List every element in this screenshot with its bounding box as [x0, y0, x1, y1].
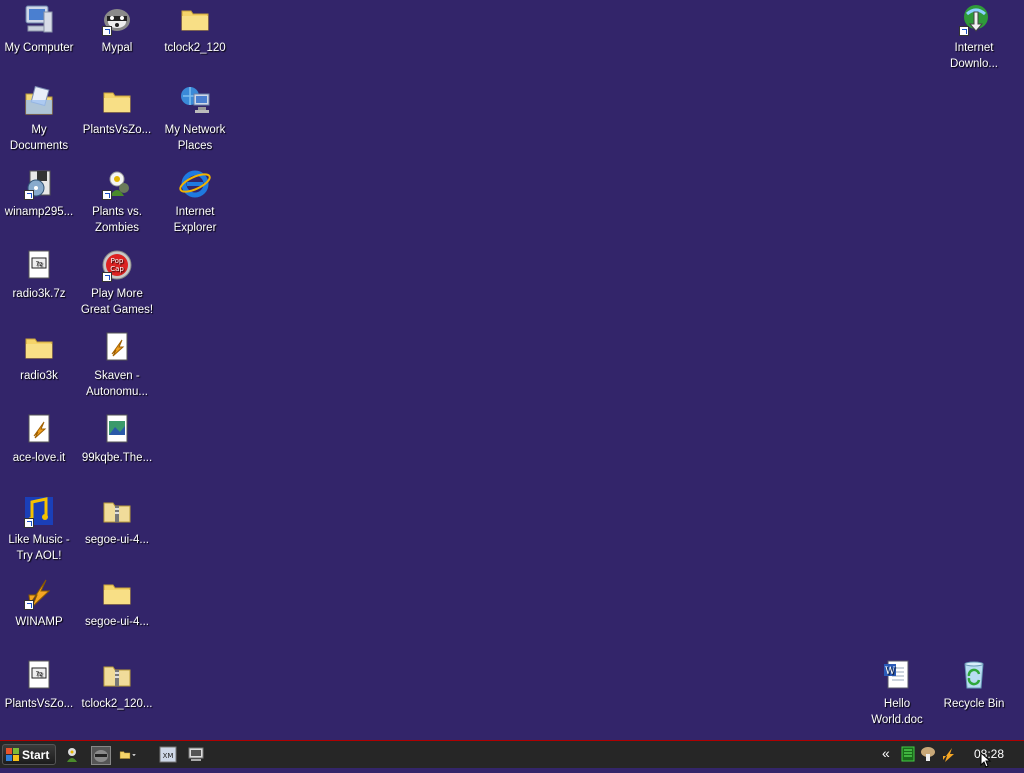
archive-file-icon: 7z: [22, 658, 56, 692]
folder-icon: [100, 576, 134, 610]
svg-text:7z: 7z: [36, 671, 43, 678]
svg-text:Cap: Cap: [110, 265, 124, 273]
music-icon: [22, 494, 56, 528]
mouse-cursor-icon: [980, 751, 992, 768]
taskbar: Start XM « 08:28: [0, 740, 1024, 768]
word-document-icon: W: [880, 658, 914, 692]
folder-icon: [178, 2, 212, 36]
desktop-icon-recycle-bin[interactable]: Recycle Bin: [935, 658, 1013, 712]
quicklaunch-xm-icon[interactable]: XM: [159, 746, 177, 763]
svg-text:W: W: [885, 666, 896, 677]
desktop-icon-radio3k-7z[interactable]: 7z radio3k.7z: [0, 248, 78, 302]
winamp-file-icon: [22, 412, 56, 446]
archive-file-icon: 7z: [22, 248, 56, 282]
desktop-icon-99kqbe[interactable]: 99kqbe.The...: [78, 412, 156, 466]
desktop-icon-tclock2-zip[interactable]: tclock2_120...: [78, 658, 156, 712]
documents-folder-icon: [22, 84, 56, 118]
shortcut-arrow-icon: [102, 26, 112, 36]
shortcut-arrow-icon: [102, 190, 112, 200]
computer-icon: [22, 2, 56, 36]
desktop-icon-internet-explorer[interactable]: Internet Explorer: [156, 166, 234, 236]
desktop-icon-internet-download-manager[interactable]: Internet Downlo...: [935, 2, 1013, 72]
shortcut-arrow-icon: [959, 26, 969, 36]
folder-icon: [100, 84, 134, 118]
desktop-icon-winamp[interactable]: WINAMP: [0, 576, 78, 630]
desktop-icon-skaven[interactable]: Skaven - Autonomu...: [78, 330, 156, 400]
shortcut-arrow-icon: [24, 190, 34, 200]
desktop: My Computer My Documents winamp295... 7z…: [0, 0, 1024, 740]
mypal-browser-icon: [100, 2, 134, 36]
desktop-icon-plantsvszombies-file[interactable]: 7z PlantsVsZo...: [0, 658, 78, 712]
tray-winamp-icon[interactable]: [940, 746, 956, 762]
desktop-icon-plants-vs-zombies[interactable]: Plants vs. Zombies: [78, 166, 156, 236]
zip-folder-icon: [100, 658, 134, 692]
start-button[interactable]: Start: [2, 744, 56, 765]
svg-text:XM: XM: [163, 752, 174, 760]
quicklaunch-mypal-icon[interactable]: [91, 746, 111, 765]
svg-text:7z: 7z: [36, 261, 43, 268]
installer-icon: [22, 166, 56, 200]
svg-text:Pop: Pop: [111, 257, 124, 265]
desktop-icon-ace-love[interactable]: ace-love.it: [0, 412, 78, 466]
system-tray: « 08:28: [874, 741, 1024, 767]
tray-expand-button[interactable]: «: [882, 745, 890, 761]
tray-mushroom-icon[interactable]: [920, 746, 936, 762]
start-label: Start: [22, 747, 50, 762]
game-icon: [100, 166, 134, 200]
desktop-icon-my-documents[interactable]: My Documents: [0, 84, 78, 154]
zip-folder-icon: [100, 494, 134, 528]
desktop-icon-my-network-places[interactable]: My Network Places: [156, 84, 234, 154]
winamp-file-icon: [100, 330, 134, 364]
download-manager-icon: [957, 2, 991, 36]
popcap-icon: Pop Cap: [100, 248, 134, 282]
winamp-icon: [22, 576, 56, 610]
desktop-icon-segoe-ui-folder[interactable]: segoe-ui-4...: [78, 576, 156, 630]
windows-flag-icon: [6, 748, 19, 761]
desktop-icon-segoe-ui-zip-1[interactable]: segoe-ui-4...: [78, 494, 156, 548]
shortcut-arrow-icon: [24, 518, 34, 528]
desktop-icon-plantsvszombies-folder[interactable]: PlantsVsZo...: [78, 84, 156, 138]
tray-green-monitor-icon[interactable]: [900, 746, 916, 762]
recycle-bin-icon: [957, 658, 991, 692]
desktop-icon-hello-world-doc[interactable]: W Hello World.doc: [858, 658, 936, 728]
desktop-icon-play-more-games[interactable]: Pop Cap Play More Great Games!: [78, 248, 156, 318]
network-icon: [178, 84, 212, 118]
image-file-icon: [100, 412, 134, 446]
desktop-icon-tclock2-folder[interactable]: tclock2_120: [156, 2, 234, 56]
shortcut-arrow-icon: [24, 600, 34, 610]
quicklaunch-plants-vs-zombies-icon[interactable]: [63, 746, 81, 763]
folder-icon: [22, 330, 56, 364]
desktop-icon-winamp-installer[interactable]: winamp295...: [0, 166, 78, 220]
quicklaunch-folder-menu-icon[interactable]: [119, 746, 149, 763]
shortcut-arrow-icon: [102, 272, 112, 282]
desktop-icon-like-music-aol[interactable]: Like Music - Try AOL!: [0, 494, 78, 564]
quicklaunch-show-desktop-icon[interactable]: [187, 746, 205, 763]
desktop-icon-my-computer[interactable]: My Computer: [0, 2, 78, 56]
desktop-icon-mypal[interactable]: Mypal: [78, 2, 156, 56]
internet-explorer-icon: [178, 166, 212, 200]
desktop-icon-radio3k-folder[interactable]: radio3k: [0, 330, 78, 384]
